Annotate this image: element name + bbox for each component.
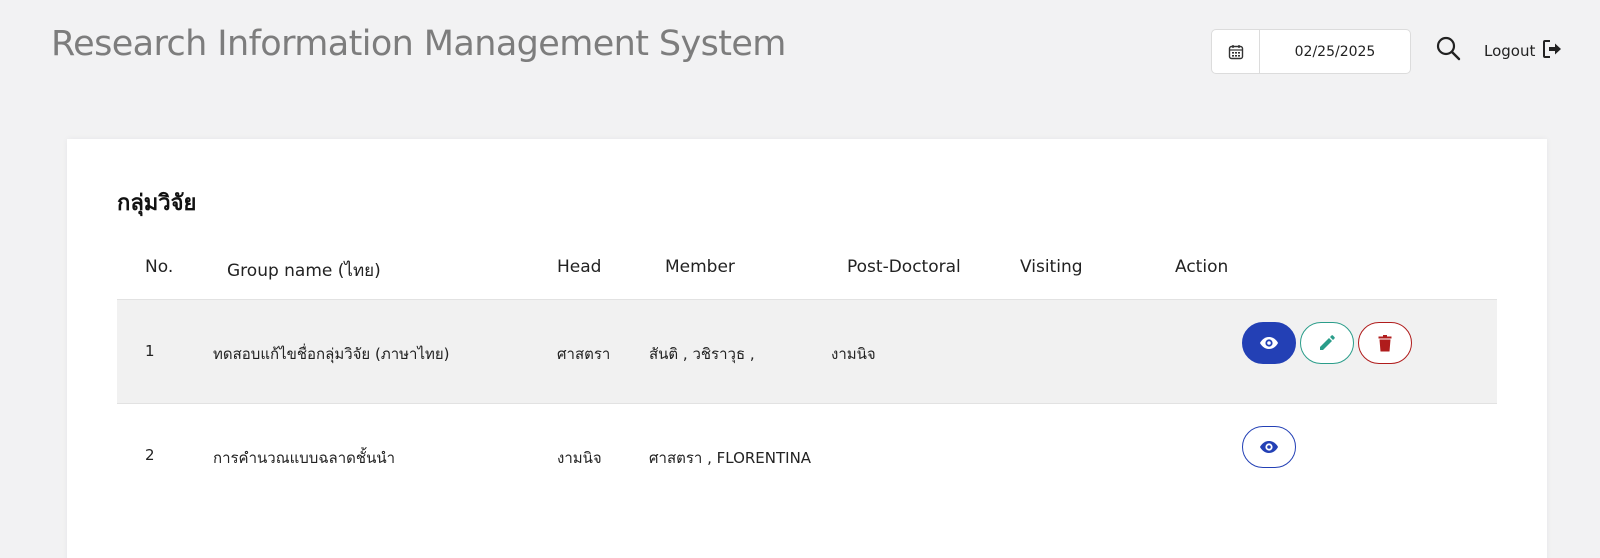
cell-no: 2 (145, 446, 155, 464)
cell-group-name: ทดสอบแก้ไขชื่อกลุ่มวิจัย (ภาษาไทย) (213, 345, 450, 363)
table-row: 2 การคำนวณแบบฉลาดชั้นนำ งามนิจ ศาสตรา , … (117, 403, 1497, 507)
table-row: 1 ทดสอบแก้ไขชื่อกลุ่มวิจัย (ภาษาไทย) ศาส… (117, 299, 1497, 403)
column-header-post-doctoral: Post-Doctoral (847, 257, 961, 277)
view-button[interactable] (1242, 426, 1296, 468)
research-groups-card: กลุ่มวิจัย No. Group name (ไทย) Head Mem… (67, 139, 1547, 558)
eye-icon (1260, 337, 1278, 349)
app-title: Research Information Management System (51, 24, 786, 64)
column-header-no: No. (145, 257, 174, 277)
search-icon[interactable] (1434, 34, 1462, 62)
column-header-action: Action (1175, 257, 1229, 277)
logout-button[interactable]: Logout (1484, 38, 1563, 64)
pencil-icon (1320, 335, 1335, 350)
row-actions (1242, 426, 1296, 468)
delete-button[interactable] (1358, 322, 1412, 364)
cell-no: 1 (145, 342, 155, 360)
cell-head: ศาสตรา (557, 345, 611, 363)
cell-head: งามนิจ (557, 449, 602, 467)
cell-member: สันติ , วชิราวุธ , (649, 345, 755, 363)
trash-icon (1378, 334, 1392, 351)
cell-member: ศาสตรา , FLORENTINA (649, 449, 812, 467)
section-title: กลุ่มวิจัย (117, 191, 197, 216)
view-button[interactable] (1242, 322, 1296, 364)
row-actions (1242, 322, 1412, 364)
eye-icon (1260, 441, 1278, 453)
edit-button[interactable] (1300, 322, 1354, 364)
date-picker[interactable] (1211, 29, 1411, 74)
logout-label: Logout (1484, 42, 1536, 60)
column-header-member: Member (665, 257, 735, 277)
cell-post-doctoral: งามนิจ (831, 345, 876, 363)
logout-icon (1541, 38, 1563, 64)
column-header-visiting: Visiting (1020, 257, 1083, 277)
cell-group-name: การคำนวณแบบฉลาดชั้นนำ (213, 449, 396, 467)
column-header-head: Head (557, 257, 602, 277)
column-header-group-name: Group name (ไทย) (227, 261, 381, 281)
date-input[interactable] (1260, 30, 1410, 73)
calendar-icon[interactable] (1212, 30, 1260, 73)
